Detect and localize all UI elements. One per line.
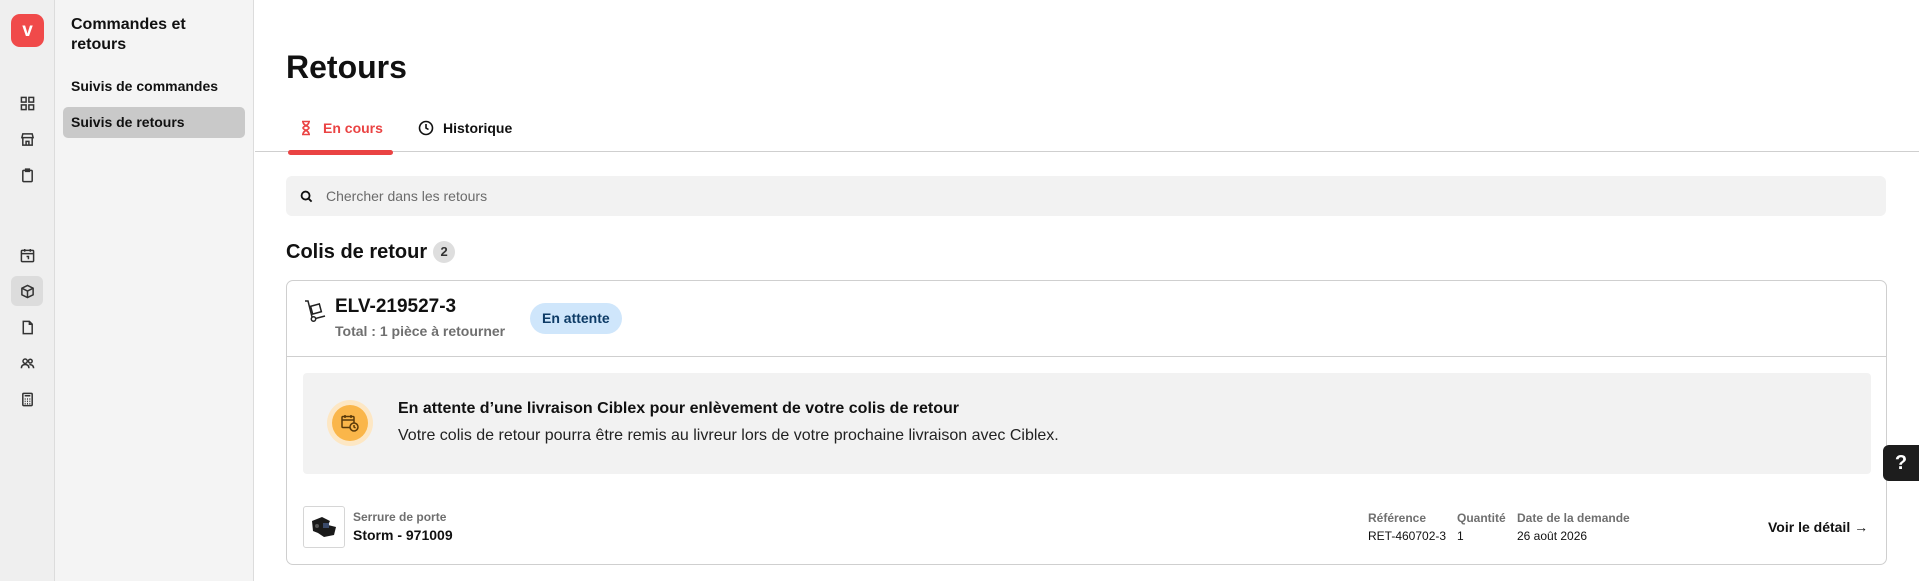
return-card: ELV-219527-3 Total : 1 pièce à retourner… <box>286 280 1887 565</box>
view-detail-link[interactable]: Voir le détail → <box>1768 519 1868 535</box>
product-name: Storm - 971009 <box>353 527 453 543</box>
clipboard-icon[interactable] <box>11 160 43 190</box>
meta-label: Date de la demande <box>1517 511 1630 525</box>
search-icon <box>300 190 313 202</box>
tab-in-progress[interactable]: En cours <box>288 104 393 155</box>
product-category: Serrure de porte <box>353 510 447 524</box>
count-badge: 2 <box>433 241 456 263</box>
tab-label: Historique <box>443 120 513 136</box>
calculator-icon[interactable] <box>11 384 43 414</box>
clock-icon <box>418 120 434 136</box>
icon-rail: v <box>0 0 55 581</box>
meta-label: Quantité <box>1457 511 1506 525</box>
section-title: Colis de retour 2 <box>286 240 456 264</box>
return-summary: Total : 1 pièce à retourner <box>335 323 506 339</box>
section-title-text: Colis de retour <box>286 241 428 263</box>
logo[interactable]: v <box>11 14 44 47</box>
sidebar: Commandes et retours Suivis de commandes… <box>55 0 254 581</box>
return-id: ELV-219527-3 <box>335 296 457 317</box>
app: v Commandes et retours Suivis de command… <box>0 0 1919 581</box>
status-badge: En attente <box>530 303 622 334</box>
product-image <box>303 506 345 548</box>
meta-value: 26 août 2026 <box>1517 529 1588 543</box>
calendar-clock-icon <box>327 400 373 446</box>
help-button[interactable]: ? <box>1883 445 1919 481</box>
tab-history[interactable]: Historique <box>418 104 512 152</box>
sidebar-title: Commandes et retours <box>71 16 186 53</box>
search-bar <box>286 176 1886 216</box>
grid-icon[interactable] <box>11 88 43 118</box>
main-content: Retours En cours Historique Colis de ret… <box>255 0 1919 581</box>
page-title: Retours <box>286 49 407 85</box>
notice-title: En attente d’une livraison Ciblex pour e… <box>398 400 960 417</box>
meta-label: Référence <box>1368 511 1427 525</box>
notice-text: Votre colis de retour pourra être remis … <box>398 427 1059 444</box>
meta-request-date: Date de la demande 26 août 2026 <box>1517 511 1630 544</box>
tab-label: En cours <box>323 120 383 136</box>
users-icon[interactable] <box>11 348 43 378</box>
hourglass-icon <box>302 120 310 136</box>
pickup-notice: En attente d’une livraison Ciblex pour e… <box>303 373 1871 474</box>
search-input[interactable] <box>326 188 1826 204</box>
meta-reference: Référence RET-460702-3 <box>1368 511 1446 544</box>
hand-truck-icon <box>302 298 328 324</box>
calendar-icon[interactable] <box>11 240 43 270</box>
sidebar-item-return-tracking[interactable]: Suivis de retours <box>63 107 245 138</box>
meta-quantity: Quantité 1 <box>1457 511 1506 544</box>
card-header: ELV-219527-3 Total : 1 pièce à retourner… <box>287 281 1886 357</box>
meta-value: 1 <box>1457 529 1464 543</box>
tab-bar: En cours Historique <box>255 104 1919 155</box>
meta-value: RET-460702-3 <box>1368 529 1447 543</box>
sidebar-item-order-tracking[interactable]: Suivis de commandes <box>63 71 245 102</box>
package-icon[interactable] <box>11 276 43 306</box>
store-icon[interactable] <box>11 124 43 154</box>
document-icon[interactable] <box>11 312 43 342</box>
